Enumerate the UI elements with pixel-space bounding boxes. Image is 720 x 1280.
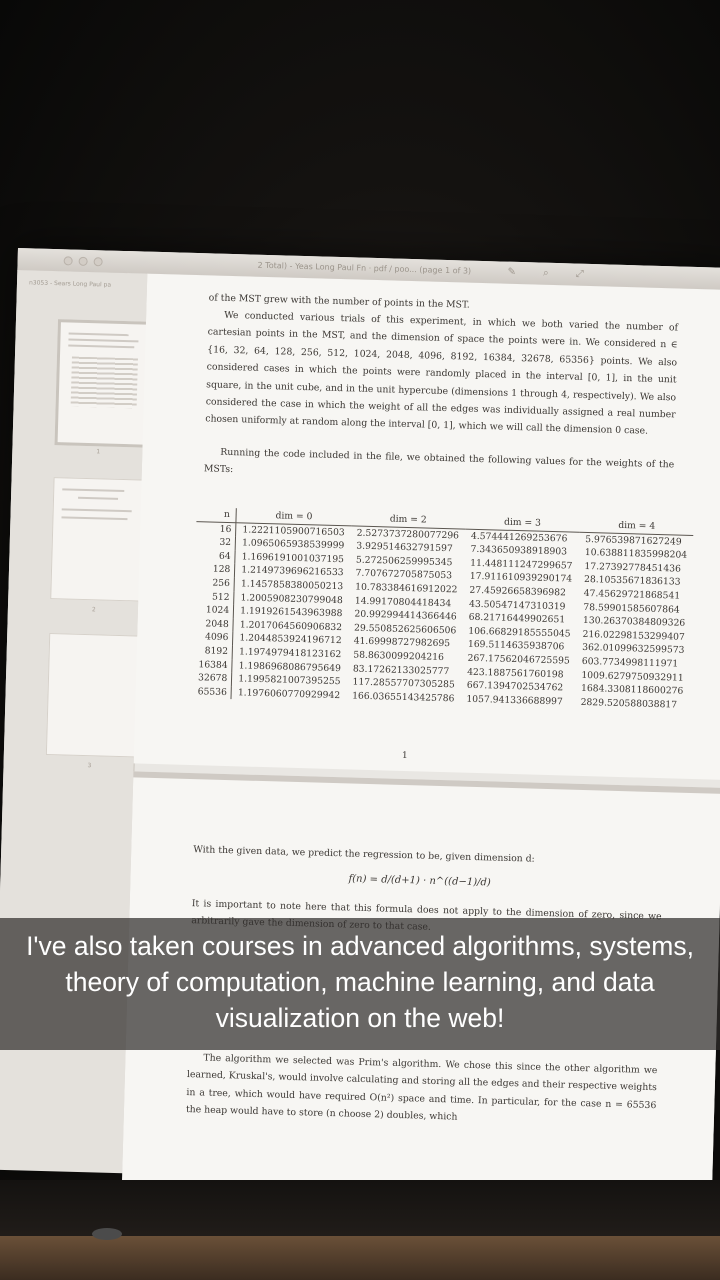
desk-knob	[92, 1228, 122, 1240]
weight-cell: 1057.941336688997	[466, 693, 563, 708]
page-thumbnail-3[interactable]	[45, 633, 142, 758]
sidebar-title: n3053 - Sears Long Paul pa	[28, 279, 112, 289]
weight-cell: 166.03655143425786	[352, 690, 455, 705]
page-number: 1	[401, 750, 408, 762]
row-n-cell: 1024	[193, 603, 234, 618]
algorithm-paragraph: The algorithm we selected was Prim's alg…	[185, 1052, 658, 1123]
table-body: 16 1.2221105900716503 2.5273737280077296 4.…	[191, 521, 693, 712]
row-n-cell: 256	[194, 576, 235, 591]
zoom-window-icon[interactable]	[93, 257, 103, 267]
row-n-cell: 8192	[192, 643, 233, 659]
weight-cell: 1.1976060770929942	[237, 687, 341, 701]
row-n-cell: 512	[194, 589, 235, 605]
row-n-cell: 2048	[193, 616, 234, 632]
row-n-cell: 32678	[191, 671, 232, 686]
regression-formula: f(n) = d/(d+1) · n^((d−1)/d)	[348, 873, 491, 889]
row-n-cell: 32	[195, 535, 236, 550]
results-paragraph: Running the code included in the file, w…	[203, 446, 675, 476]
story-caption: I've also taken courses in advanced algo…	[26, 931, 694, 1033]
thumbnail-table	[70, 356, 138, 409]
page-thumbnail-2[interactable]	[50, 477, 146, 602]
column-header: n	[196, 507, 237, 523]
thumbnail-page-number: 2	[91, 606, 96, 614]
row-n-cell: 65536	[191, 684, 232, 700]
prediction-text: With the given data, we predict the regr…	[193, 844, 535, 865]
page-thumbnail-1[interactable]	[54, 319, 154, 448]
row-n-cell: 16384	[192, 657, 233, 673]
minimize-window-icon[interactable]	[78, 256, 88, 266]
window-title: 2 Total) - Yeas Long Paul Fn · pdf / poo…	[257, 260, 472, 276]
experiment-paragraph: We conducted various trials of this expe…	[205, 309, 679, 438]
row-n-cell: 4096	[193, 630, 234, 646]
desk-surface	[0, 1236, 720, 1280]
mst-weights-table: n dim = 0 dim = 2 dim = 3 dim = 4 16 1.22…	[191, 507, 695, 712]
pdf-page-1: of the MST grew with the number of point…	[133, 273, 720, 780]
thumbnail-page-number: 1	[96, 448, 101, 456]
toolbar-icons[interactable]: ✎ ⌕ ⤢	[507, 267, 596, 280]
window-controls[interactable]	[63, 256, 103, 267]
row-n-cell: 16	[196, 521, 237, 537]
weight-cell: 2829.520588038817	[580, 696, 678, 711]
row-n-cell: 128	[194, 562, 236, 578]
row-n-cell: 64	[195, 548, 236, 564]
thumbnail-page-number: 3	[87, 762, 92, 770]
close-window-icon[interactable]	[63, 256, 73, 266]
